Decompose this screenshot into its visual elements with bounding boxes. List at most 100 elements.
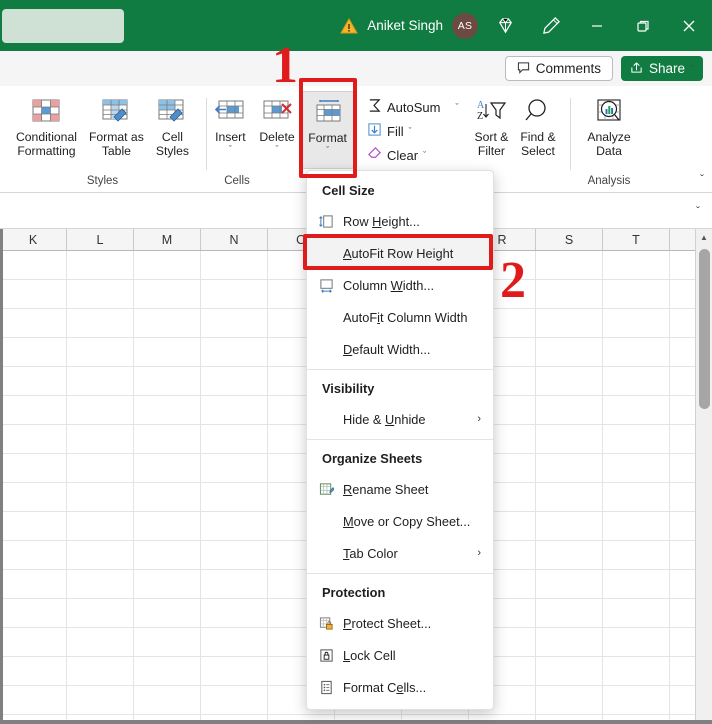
grid-cell[interactable] (134, 280, 201, 309)
grid-cell[interactable] (0, 251, 67, 280)
grid-cell[interactable] (603, 628, 670, 657)
scrollbar-thumb[interactable] (699, 249, 710, 409)
autosum-chevron-icon[interactable]: ˇ (455, 102, 458, 112)
grid-cell[interactable] (134, 396, 201, 425)
autosum-button[interactable]: AutoSum ˇ (363, 95, 462, 119)
grid-cell[interactable] (67, 251, 134, 280)
grid-cell[interactable] (536, 425, 603, 454)
column-header-n[interactable]: N (201, 229, 268, 250)
grid-cell[interactable] (536, 686, 603, 715)
delete-button[interactable]: Delete ˇ (253, 91, 300, 154)
grid-cell[interactable] (603, 483, 670, 512)
grid-cell[interactable] (134, 425, 201, 454)
grid-cell[interactable] (201, 367, 268, 396)
grid-cell[interactable] (603, 512, 670, 541)
minimize-button[interactable] (574, 0, 620, 51)
grid-cell[interactable] (603, 309, 670, 338)
grid-cell[interactable] (134, 309, 201, 338)
grid-cell[interactable] (536, 628, 603, 657)
grid-cell[interactable] (134, 570, 201, 599)
insert-chevron-icon[interactable]: ˇ (229, 144, 232, 154)
grid-cell[interactable] (0, 367, 67, 396)
grid-cell[interactable] (134, 686, 201, 715)
grid-cell[interactable] (603, 599, 670, 628)
grid-cell[interactable] (536, 541, 603, 570)
format-chevron-icon[interactable]: ˇ (326, 145, 329, 155)
grid-cell[interactable] (201, 570, 268, 599)
format-button[interactable]: Format ˇ (300, 91, 355, 169)
grid-cell[interactable] (536, 570, 603, 599)
menu-item-row-height[interactable]: Row Height... (307, 205, 493, 237)
grid-cell[interactable] (201, 251, 268, 280)
grid-cell[interactable] (603, 425, 670, 454)
document-title-field[interactable] (2, 8, 124, 43)
grid-cell[interactable] (603, 251, 670, 280)
grid-cell[interactable] (536, 512, 603, 541)
grid-cell[interactable] (67, 309, 134, 338)
grid-cell[interactable] (67, 425, 134, 454)
restore-button[interactable] (620, 0, 666, 51)
grid-cell[interactable] (0, 454, 67, 483)
warning-triangle-icon[interactable] (339, 16, 359, 36)
menu-item-format-cells[interactable]: Format Cells... (307, 671, 493, 703)
fill-button[interactable]: Fill ˇ (363, 119, 462, 143)
grid-cell[interactable] (201, 628, 268, 657)
grid-cell[interactable] (0, 425, 67, 454)
grid-cell[interactable] (201, 396, 268, 425)
share-button[interactable]: Share ˇ (620, 56, 703, 81)
grid-cell[interactable] (536, 454, 603, 483)
grid-cell[interactable] (201, 338, 268, 367)
grid-cell[interactable] (0, 599, 67, 628)
clear-button[interactable]: Clear ˇ (363, 143, 462, 167)
grid-cell[interactable] (603, 338, 670, 367)
grid-cell[interactable] (67, 570, 134, 599)
vertical-scrollbar[interactable]: ▲ (695, 229, 712, 724)
grid-cell[interactable] (536, 483, 603, 512)
menu-item-move-or-copy-sheet[interactable]: Move or Copy Sheet... (307, 505, 493, 537)
grid-cell[interactable] (67, 657, 134, 686)
menu-item-tab-color[interactable]: Tab Color › (307, 537, 493, 569)
grid-cell[interactable] (536, 657, 603, 686)
grid-cell[interactable] (134, 657, 201, 686)
avatar[interactable]: AS (452, 12, 478, 39)
clear-chevron-icon[interactable]: ˇ (423, 150, 426, 160)
fill-chevron-icon[interactable]: ˇ (409, 126, 412, 136)
grid-cell[interactable] (201, 483, 268, 512)
grid-cell[interactable] (67, 454, 134, 483)
menu-item-column-width[interactable]: Column Width... (307, 269, 493, 301)
sort-filter-button[interactable]: A Z Sort & Filter ˇ (468, 91, 514, 158)
menu-item-autofit-row-height[interactable]: AutoFit Row Height (307, 237, 493, 269)
grid-cell[interactable] (603, 367, 670, 396)
grid-cell[interactable] (201, 541, 268, 570)
diamond-icon[interactable] (482, 0, 528, 51)
grid-cell[interactable] (67, 280, 134, 309)
grid-cell[interactable] (134, 338, 201, 367)
grid-cell[interactable] (67, 367, 134, 396)
column-header-s[interactable]: S (536, 229, 603, 250)
grid-cell[interactable] (536, 367, 603, 396)
grid-cell[interactable] (67, 512, 134, 541)
column-header-m[interactable]: M (134, 229, 201, 250)
column-header-t[interactable]: T (603, 229, 670, 250)
grid-cell[interactable] (536, 338, 603, 367)
grid-cell[interactable] (134, 454, 201, 483)
grid-cell[interactable] (67, 483, 134, 512)
grid-cell[interactable] (67, 686, 134, 715)
grid-cell[interactable] (0, 628, 67, 657)
grid-cell[interactable] (0, 570, 67, 599)
grid-cell[interactable] (201, 657, 268, 686)
cell-styles-button[interactable]: Cell Styles (150, 91, 195, 158)
grid-cell[interactable] (536, 309, 603, 338)
grid-cell[interactable] (603, 570, 670, 599)
grid-cell[interactable] (134, 367, 201, 396)
grid-cell[interactable] (603, 396, 670, 425)
menu-item-autofit-column-width[interactable]: AutoFit Column Width (307, 301, 493, 333)
grid-cell[interactable] (201, 512, 268, 541)
grid-cell[interactable] (201, 454, 268, 483)
grid-cell[interactable] (134, 512, 201, 541)
grid-cell[interactable] (201, 686, 268, 715)
share-chevron-icon[interactable]: ˇ (691, 64, 694, 74)
close-button[interactable] (666, 0, 712, 51)
grid-cell[interactable] (201, 280, 268, 309)
grid-cell[interactable] (201, 599, 268, 628)
